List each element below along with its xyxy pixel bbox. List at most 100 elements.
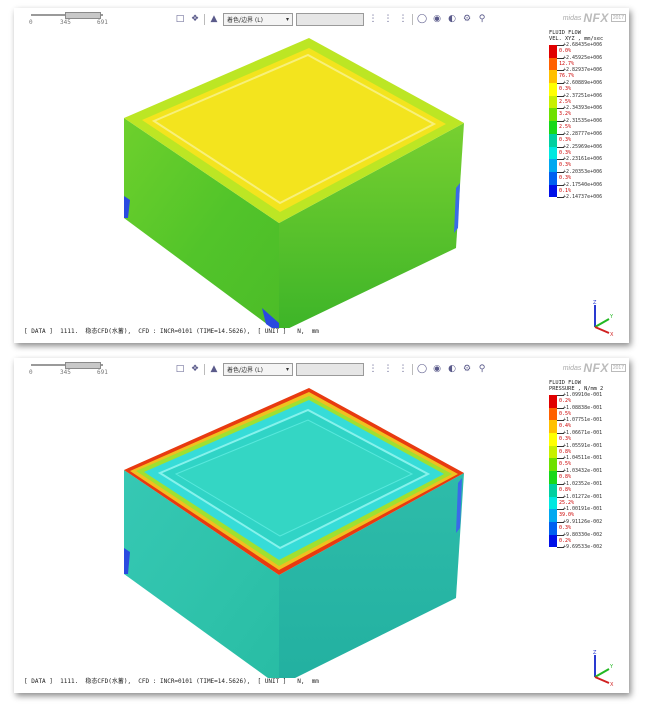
legend-swatch — [549, 395, 557, 408]
viewport-velocity[interactable]: 0 345 691 □ ❖ ▲ 着色/边界 (L) ▾ ⋮ ⋮ ⋮ ◯ ◉ ◐ … — [14, 8, 629, 343]
brand-logo: midas NFX 2017 — [550, 361, 626, 375]
ruler-bar — [65, 12, 101, 19]
svg-text:X: X — [610, 682, 614, 687]
status-line: [ DATA ] 1111. 稳态CFD(水蓄), CFD : INCR=010… — [24, 678, 319, 685]
scale-ruler: 0 345 691 — [29, 362, 119, 376]
legend-swatch — [549, 108, 557, 122]
ruler-label-0: 0 — [29, 19, 33, 26]
legend-percent: 0.8% — [559, 486, 572, 493]
svg-text:X: X — [610, 332, 614, 337]
pin-icon[interactable]: ⚲ — [476, 363, 488, 375]
brand-prefix: midas — [562, 14, 582, 22]
paint-icon[interactable]: ▲ — [208, 363, 220, 375]
node-icon[interactable]: ⋮ — [382, 13, 394, 25]
toolbar-separator — [412, 363, 413, 375]
brand-name: NFX — [583, 11, 609, 25]
legend-swatch — [549, 95, 557, 109]
empty-dropdown[interactable] — [296, 12, 364, 26]
legend-percent: 0.3% — [559, 524, 572, 531]
legend-swatch — [549, 146, 557, 160]
display-style-value: 着色/边界 (L) — [227, 16, 263, 24]
brand-logo: midas NFX 2017 — [550, 11, 626, 25]
legend-swatch — [549, 534, 557, 548]
legend-rows: +1.09910e-001 0.2% +1.08838e-001 0.5% +1.077… — [549, 392, 629, 553]
svg-text:Z: Z — [593, 300, 597, 306]
legend-swatch — [549, 83, 557, 96]
svg-text:Y: Y — [609, 664, 614, 670]
node-icon[interactable]: ⋮ — [382, 363, 394, 375]
settings-icon[interactable]: ⚙ — [461, 363, 473, 375]
display-style-dropdown[interactable]: 着色/边界 (L) ▾ — [223, 12, 293, 26]
legend-swatch — [549, 171, 557, 185]
legend-percent: 0.8% — [559, 474, 572, 481]
paint-icon[interactable]: ▲ — [208, 13, 220, 25]
display-style-value: 着色/边界 (L) — [227, 366, 263, 374]
legend-swatch — [549, 483, 557, 497]
legend-percent: 0.8% — [559, 448, 572, 455]
chevron-down-icon: ▾ — [285, 15, 289, 23]
ruler-label-0: 0 — [29, 369, 33, 376]
select-icon[interactable]: ❖ — [189, 363, 201, 375]
legend-value: +9.69533e-002 — [563, 544, 603, 551]
toolbar-separator — [204, 13, 205, 25]
legend-percent: 3.2% — [559, 111, 572, 118]
legend-swatch — [549, 121, 557, 134]
display-style-dropdown[interactable]: 着色/边界 (L) ▾ — [223, 362, 293, 376]
ruler-bar — [65, 362, 101, 369]
mesh-icon[interactable]: ⋮ — [367, 363, 379, 375]
palette-icon[interactable]: ◉ — [431, 363, 443, 375]
legend-row: +9.69533e-002 — [549, 544, 629, 553]
legend-percent: 0.5% — [559, 461, 572, 468]
ruler-label-1: 345 — [60, 369, 71, 376]
legend-percent: 76.7% — [559, 73, 575, 80]
legend-swatch — [549, 496, 557, 510]
velocity-legend: FLUID FLOW VEL. XYZ , mm/sec +2.68435e+0… — [549, 30, 629, 203]
element-icon[interactable]: ⋮ — [397, 363, 409, 375]
view-cube-icon[interactable]: □ — [174, 13, 186, 25]
fit-icon[interactable]: ◯ — [416, 13, 428, 25]
rotate-icon[interactable]: ◐ — [446, 363, 458, 375]
velocity-contour-model[interactable] — [94, 28, 474, 328]
legend-swatch — [549, 471, 557, 484]
pressure-contour-model[interactable] — [94, 378, 474, 678]
chevron-down-icon: ▾ — [285, 365, 289, 373]
view-cube-icon[interactable]: □ — [174, 363, 186, 375]
legend-percent: 25.2% — [559, 499, 575, 506]
legend-percent: 0.2% — [559, 537, 572, 544]
brand-tag: 2017 — [610, 14, 626, 22]
legend-percent: 2.5% — [559, 124, 572, 131]
fit-icon[interactable]: ◯ — [416, 363, 428, 375]
legend-swatch — [549, 133, 557, 147]
rotate-icon[interactable]: ◐ — [446, 13, 458, 25]
legend-percent: 0.2% — [559, 398, 572, 404]
legend-percent: 0.3% — [559, 162, 572, 169]
scale-ruler: 0 345 691 — [29, 12, 119, 26]
brand-name: NFX — [583, 361, 609, 375]
mesh-icon[interactable]: ⋮ — [367, 13, 379, 25]
element-icon[interactable]: ⋮ — [397, 13, 409, 25]
legend-row: +2.14737e+006 — [549, 194, 629, 203]
legend-percent: 0.4% — [559, 423, 572, 430]
legend-swatch — [549, 445, 557, 459]
legend-swatch — [549, 458, 557, 472]
legend-swatch — [549, 433, 557, 446]
legend-percent: 39.0% — [559, 512, 575, 519]
svg-text:Y: Y — [609, 314, 614, 320]
legend-percent: 0.3% — [559, 436, 572, 443]
legend-swatch — [549, 509, 557, 522]
settings-icon[interactable]: ⚙ — [461, 13, 473, 25]
legend-percent: 0.3% — [559, 174, 572, 181]
pressure-legend: FLUID FLOW PRESSURE , N/mm 2 +1.09910e-0… — [549, 380, 629, 553]
toolbar-separator — [204, 363, 205, 375]
status-line: [ DATA ] 1111. 稳态CFD(水蓄), CFD : INCR=010… — [24, 328, 319, 335]
viewport-pressure[interactable]: 0 345 691 □ ❖ ▲ 着色/边界 (L) ▾ ⋮ ⋮ ⋮ ◯ ◉ ◐ … — [14, 358, 629, 693]
legend-swatch — [549, 57, 557, 71]
brand-prefix: midas — [562, 364, 582, 372]
axis-triad-icon: Z Y X — [593, 650, 614, 687]
pin-icon[interactable]: ⚲ — [476, 13, 488, 25]
empty-dropdown[interactable] — [296, 362, 364, 376]
legend-swatch — [549, 70, 557, 84]
select-icon[interactable]: ❖ — [189, 13, 201, 25]
palette-icon[interactable]: ◉ — [431, 13, 443, 25]
brand-tag: 2017 — [610, 364, 626, 372]
